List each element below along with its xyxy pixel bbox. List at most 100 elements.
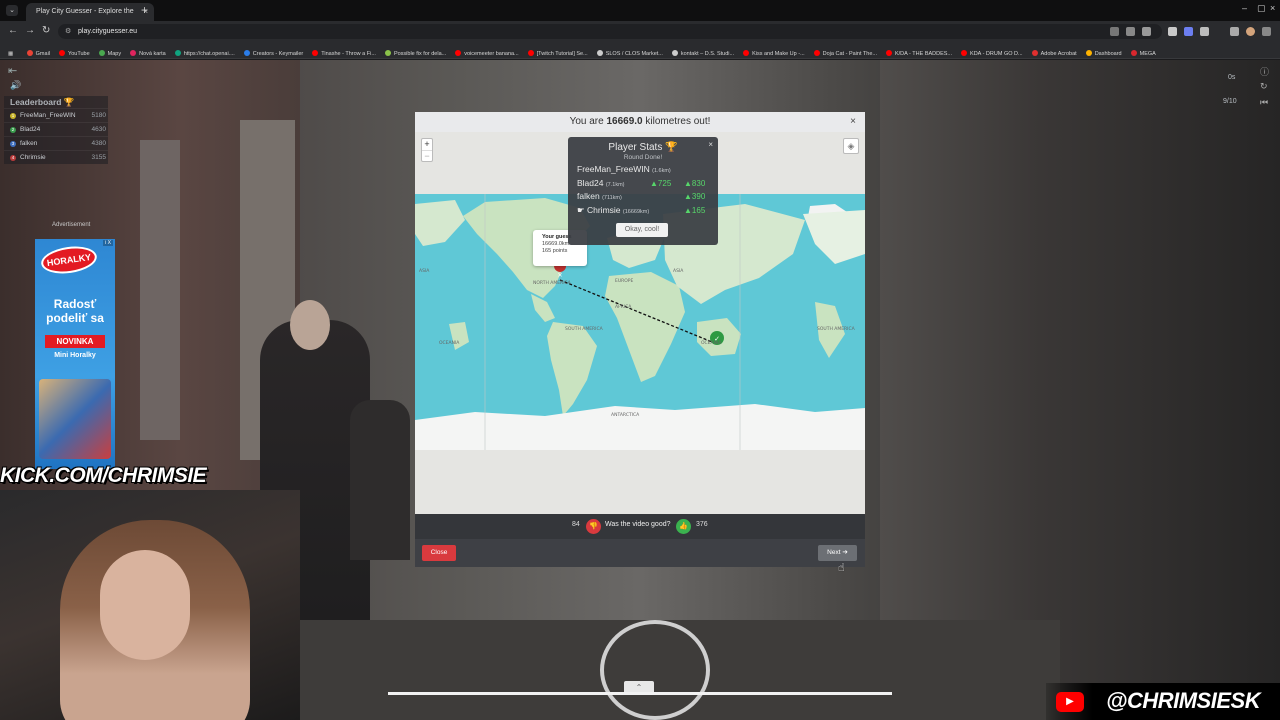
stats-total-points: ▲165 — [684, 205, 706, 215]
address-bar[interactable]: ⚙ play.cityguesser.eu — [58, 24, 1162, 39]
close-button[interactable]: Close — [422, 545, 456, 561]
bookmark-favicon-icon — [671, 50, 678, 56]
bookmark-item[interactable]: K/DA - THE BADDES... — [885, 46, 952, 58]
leaderboard-score: 4380 — [91, 140, 106, 147]
back-icon[interactable]: ← — [8, 25, 18, 36]
new-tab-icon[interactable]: + — [141, 2, 148, 18]
bookmark-item[interactable]: voicemeeter banana... — [455, 46, 519, 58]
map-label: ANTARCTICA — [611, 412, 640, 418]
shield-icon[interactable] — [1168, 27, 1177, 36]
maximize-icon[interactable]: ▢ — [1257, 3, 1266, 14]
apps-icon[interactable]: ▦ — [8, 46, 13, 58]
upvote-count: 376 — [696, 521, 708, 528]
leaderboard-name: FreeMan_FreeWIN — [20, 112, 76, 119]
downvote-count: 84 — [572, 521, 580, 528]
zoom-in-button[interactable]: + — [422, 139, 432, 150]
bookmark-item[interactable]: Creators - Keymailer — [243, 46, 303, 58]
bookmark-item[interactable]: KDA - DRUM GO D... — [961, 46, 1023, 58]
refresh-icon[interactable]: ↻ — [1260, 81, 1268, 92]
bookmark-label: Mapy — [107, 51, 122, 57]
bookmark-item[interactable]: Kiss and Make Up -... — [743, 46, 805, 58]
stats-row: ☛ Chrimsie (16669km) ▲165 — [568, 204, 718, 218]
ad-choices-icon[interactable]: i X — [103, 240, 113, 246]
leaderboard-row: 1 FreeMan_FreeWIN 5180 — [4, 108, 108, 122]
skip-icon[interactable]: ⏮ — [1260, 97, 1268, 108]
bookmark-favicon-icon — [1085, 50, 1092, 56]
bookmark-item[interactable]: [Twitch Tutorial] Se... — [527, 46, 588, 58]
youtube-play-icon: ▶ — [1056, 692, 1084, 712]
vote-question: Was the video good? — [605, 521, 671, 528]
info-icon[interactable]: ⓘ — [1260, 65, 1269, 78]
advertisement-banner[interactable]: i X HORALKY Radosť podeliť sa NOVINKA Mi… — [35, 239, 115, 469]
forward-icon[interactable]: → — [25, 25, 35, 36]
extension-icon[interactable] — [1184, 27, 1193, 36]
site-info-icon[interactable]: ⚙ — [65, 24, 71, 39]
modal-close-icon[interactable]: × — [850, 112, 856, 132]
window-close-icon[interactable]: × — [1270, 3, 1275, 13]
pointer-icon: ☛ — [577, 204, 587, 215]
leaderboard-title: Leaderboard 🏆 — [10, 97, 75, 107]
stats-title: Player Stats 🏆 — [608, 142, 678, 153]
result-map[interactable]: ✕ ✓ NORTH AMERICA EUROPE ASIA ASIA AFRIC… — [415, 132, 865, 514]
reload-icon[interactable]: ↻ — [42, 25, 50, 36]
leaderboard-score: 3155 — [91, 154, 106, 161]
profile-avatar[interactable] — [1246, 27, 1255, 36]
rank-badge: 4 — [10, 155, 16, 161]
bookmark-item[interactable]: Gmail — [26, 46, 50, 58]
leaderboard-name: falken — [20, 140, 38, 147]
bookmark-favicon-icon — [243, 50, 250, 56]
minimize-icon[interactable]: – — [1242, 3, 1247, 13]
tab-list-icon[interactable]: ⌄ — [6, 5, 18, 16]
bookmark-item[interactable]: Nová karta — [130, 46, 166, 58]
next-button[interactable]: Next ➔ — [818, 545, 857, 561]
bookmark-item[interactable]: Tinashe - Throw a Fi... — [312, 46, 376, 58]
stats-close-icon[interactable]: × — [708, 140, 713, 149]
bookmark-item[interactable]: MEGA — [1130, 46, 1156, 58]
bookmark-label: Possible fix for dela... — [393, 51, 447, 57]
trophy-icon: 🏆 — [665, 142, 678, 153]
stats-player-name: Blad24 — [577, 177, 604, 188]
translate-icon[interactable] — [1110, 27, 1119, 36]
layers-icon[interactable]: ◈ — [843, 138, 859, 154]
bookmark-favicon-icon — [961, 50, 968, 56]
extension-icon[interactable] — [1200, 27, 1209, 36]
pedestrian-head — [290, 300, 330, 350]
bookmark-favicon-icon — [596, 50, 603, 56]
bookmark-favicon-icon — [26, 50, 33, 56]
stats-total-points: ▲390 — [684, 192, 706, 201]
menu-icon[interactable] — [1262, 27, 1271, 36]
bookmark-item[interactable]: Dashboard — [1085, 46, 1122, 58]
ad-product: Mini Horalky — [54, 352, 96, 359]
bookmark-item[interactable]: YouTube — [59, 46, 90, 58]
zoom-control: + − — [421, 138, 433, 162]
bookmark-item[interactable]: Doja Cat - Paint The... — [813, 46, 877, 58]
bookmark-item[interactable]: https://chat.openai.... — [174, 46, 235, 58]
bookmark-item[interactable]: Mapy — [98, 46, 122, 58]
arrow-right-icon: ➔ — [842, 549, 848, 556]
bookmark-star-icon[interactable] — [1142, 27, 1151, 36]
browser-tab[interactable]: Play City Guesser - Explore the × — [26, 3, 154, 21]
thumbs-up-icon[interactable]: 👍 — [676, 519, 691, 534]
share-icon[interactable] — [1126, 27, 1135, 36]
stats-player-distance: (711km) — [602, 195, 622, 201]
timer: 0s — [1228, 74, 1236, 81]
back-arrow-icon[interactable]: ⇤ — [8, 64, 17, 77]
bookmark-item[interactable]: Adobe Acrobat — [1031, 46, 1077, 58]
kick-overlay: KICK.COM/CHRIMSIE — [0, 464, 207, 487]
volume-icon[interactable]: 🔊 — [10, 80, 21, 91]
bookmark-favicon-icon — [174, 50, 181, 56]
ad-label: Advertisement — [52, 222, 91, 228]
bookmark-item[interactable]: SLOS / CLOS Market... — [596, 46, 663, 58]
bookmark-item[interactable]: Possible fix for dela... — [384, 46, 447, 58]
youtube-overlay: ▶ @CHRIMSIESK — [1046, 683, 1280, 720]
map-label: SOUTH AMERICA — [565, 326, 604, 332]
bookmark-item[interactable]: kontakt – D.S. Studi... — [671, 46, 734, 58]
svg-text:✕: ✕ — [557, 272, 562, 279]
bookmark-label: [Twitch Tutorial] Se... — [536, 51, 588, 57]
bookmark-label: KDA - DRUM GO D... — [970, 51, 1023, 57]
okay-cool-button[interactable]: Okay, cool! — [616, 223, 668, 237]
zoom-out-button[interactable]: − — [422, 150, 432, 161]
player-stats-panel: × Player Stats 🏆 Round Done! FreeMan_Fre… — [568, 137, 718, 245]
downloads-icon[interactable] — [1230, 27, 1239, 36]
thumbs-down-icon[interactable]: 👎 — [586, 519, 601, 534]
